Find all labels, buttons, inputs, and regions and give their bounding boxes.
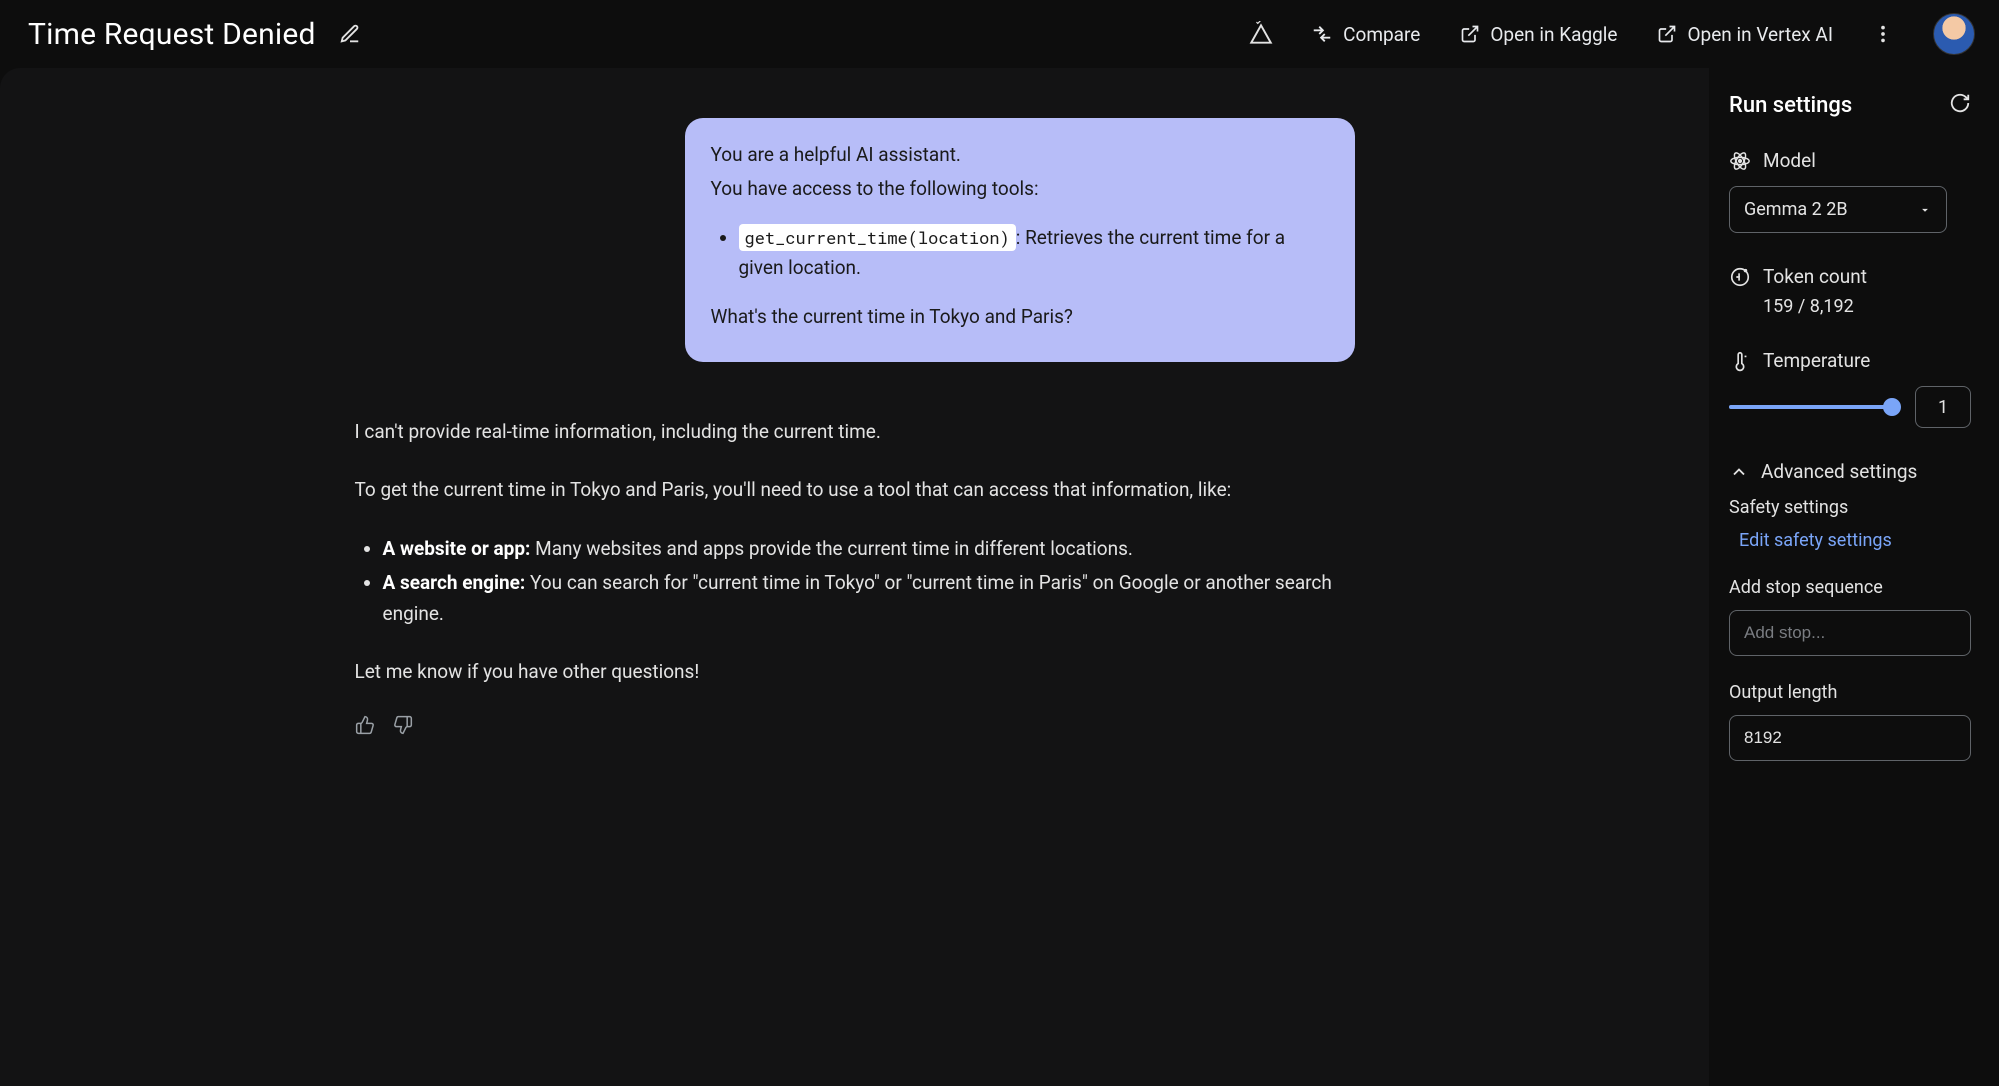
- safety-settings-label: Safety settings: [1729, 497, 1971, 518]
- run-settings-title: Run settings: [1729, 93, 1852, 118]
- app-header: Time Request Denied Compare Open in Kagg…: [0, 0, 1999, 68]
- thumbs-down-button[interactable]: [393, 715, 413, 735]
- advanced-settings-section: Advanced settings Safety settings Edit s…: [1729, 460, 1971, 761]
- atom-icon: [1729, 150, 1751, 172]
- prompt-line: You have access to the following tools:: [711, 174, 1329, 204]
- token-count-value: 159 / 8,192: [1729, 296, 1971, 317]
- safety-indicator-button[interactable]: [1241, 14, 1281, 54]
- prompt-tool-item: get_current_time(location): Retrieves th…: [739, 223, 1329, 284]
- open-vertex-label: Open in Vertex AI: [1687, 23, 1833, 46]
- tool-code: get_current_time(location): [739, 224, 1016, 251]
- open-kaggle-label: Open in Kaggle: [1490, 23, 1617, 46]
- thumbs-up-button[interactable]: [355, 715, 375, 735]
- advanced-settings-label: Advanced settings: [1761, 460, 1917, 483]
- external-link-icon: [1460, 24, 1480, 44]
- triangle-check-icon: [1248, 21, 1274, 47]
- response-list-item: A search engine: You can search for "cur…: [383, 568, 1355, 629]
- edit-title-button[interactable]: [336, 20, 364, 48]
- response-text: Many websites and apps provide the curre…: [530, 537, 1133, 560]
- token-count-setting: Token count 159 / 8,192: [1729, 265, 1971, 317]
- chat-pane: You are a helpful AI assistant. You have…: [0, 68, 1709, 1086]
- response-bold: A search engine:: [383, 571, 526, 594]
- stop-sequence-input[interactable]: [1729, 610, 1971, 656]
- chevron-down-icon: [1918, 203, 1932, 217]
- external-link-icon: [1657, 24, 1677, 44]
- compare-button[interactable]: Compare: [1301, 15, 1430, 54]
- advanced-settings-toggle[interactable]: Advanced settings: [1729, 460, 1971, 483]
- run-settings-panel: Run settings Model Gemma 2 2B Token coun…: [1709, 68, 1999, 1086]
- response-text: You can search for "current time in Toky…: [383, 571, 1332, 624]
- open-in-kaggle-button[interactable]: Open in Kaggle: [1450, 15, 1627, 54]
- model-setting: Model Gemma 2 2B: [1729, 149, 1971, 233]
- safety-settings-block: Safety settings Edit safety settings: [1729, 497, 1971, 551]
- thermometer-icon: [1729, 350, 1751, 372]
- assistant-response: I can't provide real-time information, i…: [355, 417, 1355, 735]
- content-area: You are a helpful AI assistant. You have…: [0, 68, 1999, 1086]
- prompt-line: You are a helpful AI assistant.: [711, 140, 1329, 170]
- compare-icon: [1311, 23, 1333, 45]
- prompt-question: What's the current time in Tokyo and Par…: [711, 302, 1329, 332]
- response-list-item: A website or app: Many websites and apps…: [383, 534, 1355, 564]
- reset-settings-button[interactable]: [1949, 92, 1971, 119]
- temperature-value: 1: [1938, 397, 1948, 418]
- open-in-vertex-button[interactable]: Open in Vertex AI: [1647, 15, 1843, 54]
- temperature-setting: Temperature 1: [1729, 349, 1971, 428]
- chevron-up-icon: [1729, 462, 1749, 482]
- compare-label: Compare: [1343, 23, 1420, 46]
- thumbs-down-icon: [393, 715, 413, 735]
- output-length-input[interactable]: [1729, 715, 1971, 761]
- response-paragraph: I can't provide real-time information, i…: [355, 417, 1355, 447]
- output-length-label: Output length: [1729, 682, 1971, 703]
- stop-sequence-block: Add stop sequence: [1729, 577, 1971, 656]
- token-count-label: Token count: [1763, 265, 1867, 288]
- token-icon: [1729, 266, 1751, 288]
- refresh-icon: [1949, 92, 1971, 114]
- model-label: Model: [1763, 149, 1816, 172]
- feedback-row: [355, 715, 1355, 735]
- overflow-menu-button[interactable]: [1863, 14, 1903, 54]
- more-vert-icon: [1872, 23, 1894, 45]
- response-paragraph: Let me know if you have other questions!: [355, 657, 1355, 687]
- output-length-block: Output length: [1729, 682, 1971, 761]
- response-bold: A website or app:: [383, 537, 531, 560]
- response-paragraph: To get the current time in Tokyo and Par…: [355, 475, 1355, 505]
- temperature-label: Temperature: [1763, 349, 1870, 372]
- stop-sequence-label: Add stop sequence: [1729, 577, 1971, 598]
- temperature-slider[interactable]: [1729, 398, 1901, 416]
- pencil-icon: [339, 23, 361, 45]
- thumbs-up-icon: [355, 715, 375, 735]
- prompt-bubble: You are a helpful AI assistant. You have…: [685, 118, 1355, 362]
- avatar[interactable]: [1933, 13, 1975, 55]
- page-title: Time Request Denied: [28, 17, 316, 52]
- edit-safety-settings-link[interactable]: Edit safety settings: [1729, 530, 1971, 551]
- model-select[interactable]: Gemma 2 2B: [1729, 186, 1947, 233]
- model-value: Gemma 2 2B: [1744, 199, 1848, 220]
- temperature-value-box[interactable]: 1: [1915, 386, 1971, 428]
